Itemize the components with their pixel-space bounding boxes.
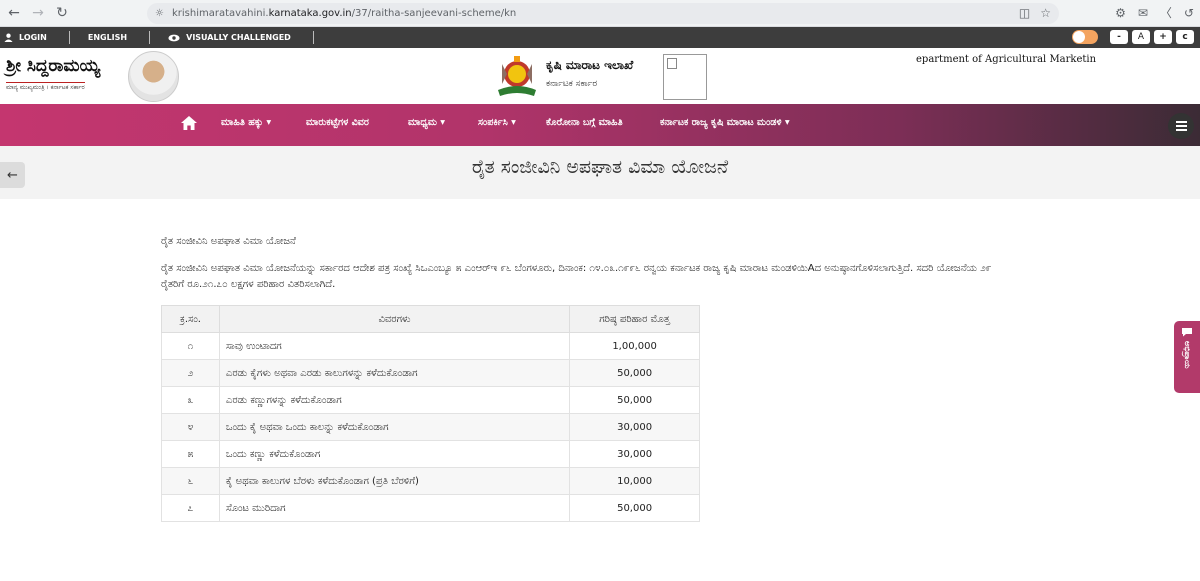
nav-item-media[interactable]: ಮಾಧ್ಯಮ ▾ [408,117,445,128]
table-row: ೬ ಕೈ ಅಥವಾ ಕಾಲುಗಳ ಬೆರಳು ಕಳೆದುಕೊಂಡಾಗ (ಪ್ರತ… [161,467,700,495]
font-increase-button[interactable]: + [1154,30,1172,44]
contrast-toggle[interactable] [1072,30,1098,44]
nav-item-rti[interactable]: ಮಾಹಿತಿ ಹಕ್ಕು ▾ [221,117,271,128]
cell-amount: 30,000 [569,440,700,468]
font-reset-button[interactable]: c [1176,30,1194,44]
hamburger-menu-button[interactable] [1168,113,1194,139]
table-row: ೧ ಸಾವು ಉಂಟಾದಗ 1,00,000 [161,332,700,360]
karnataka-emblem-icon [498,56,536,96]
login-label: LOGIN [19,33,47,42]
address-bar[interactable]: ☼ krishimaratavahini. karnataka.gov.in/37… [147,3,1059,24]
utility-bar: LOGIN ENGLISH VISUALLY CHALLENGED - A + … [0,27,1200,48]
cell-serial: ೩ [161,386,220,414]
feedback-label: ಅಭಿಪ್ರಾಯ [1183,341,1192,369]
cell-serial: ೨ [161,359,220,387]
column-header-details: ವಿವರಗಳು [218,305,571,333]
home-icon[interactable] [181,116,197,130]
chevron-down-icon: ▾ [511,117,516,128]
install-app-icon[interactable]: ◫ [1019,6,1030,20]
reload-icon[interactable]: ↻ [50,1,74,25]
nav-item-label: ಮಾಧ್ಯಮ [408,117,437,128]
english-label: ENGLISH [87,33,128,42]
cell-serial: ೪ [161,413,220,441]
cell-serial: ೧ [161,332,220,360]
bookmark-star-icon[interactable]: ☆ [1040,6,1051,20]
user-icon [4,33,13,42]
browser-toolbar: ← → ↻ ☼ krishimaratavahini. karnataka.gov… [0,0,1200,27]
cell-serial: ೬ [161,467,220,495]
url-prefix: krishimaratavahini. [171,8,269,19]
cell-details: ಕೈ ಅಥವಾ ಕಾಲುಗಳ ಬೆರಳು ಕಳೆದುಕೊಂಡಾಗ (ಪ್ರತಿ … [218,467,571,495]
site-info-icon[interactable]: ☼ [155,8,164,19]
chevron-down-icon: ▾ [440,117,445,128]
cell-serial: ೭ [161,494,220,522]
nav-item-board[interactable]: ಕರ್ನಾಟಕ ರಾಜ್ಯ ಕೃಷಿ ಮಾರಾಟ ಮಂಡಳಿ ▾ [660,117,790,128]
broken-image-icon [663,54,707,100]
bell-icon[interactable]: ✉ [1138,6,1148,20]
cell-details: ಸೊಂಟ ಮುರಿದಾಗ [218,494,571,522]
main-navigation: ಮಾಹಿತಿ ಹಕ್ಕು ▾ ಮಾರುಕಟ್ಟೆಗಳ ವಿವರ ಮಾಧ್ಯಮ ▾… [0,104,1200,146]
cm-name: ಶ್ರೀ ಸಿದ್ದರಾಮಯ್ಯ [6,56,101,76]
content-heading: ರೈತ ಸಂಜೀವಿನಿ ಅಪಘಾತ ವಿಮಾ ಯೋಜನೆ [161,236,296,247]
table-row: ೩ ಎರಡು ಕಣ್ಣುಗಳನ್ನು ಕಳೆದುಕೊಂಡಾಗ 50,000 [161,386,700,414]
visually-challenged-label: VISUALLY CHALLENGED [186,33,291,42]
chevron-down-icon: ▾ [784,117,790,128]
cm-title: ಮಾನ್ಯ ಮುಖ್ಯಮಂತ್ರಿ । ಕರ್ನಾಟಕ ಸರ್ಕಾರ [6,82,85,91]
cell-details: ಒಂದು ಕಣ್ಣು ಕಳೆದುಕೊಂಡಾಗ [218,440,571,468]
nav-item-contact[interactable]: ಸಂಪರ್ಕಿಸಿ ▾ [478,117,516,128]
table-row: ೨ ಎರಡು ಕೈಗಳು ಅಥವಾ ಎರಡು ಕಾಲುಗಳನ್ನು ಕಳೆದುಕ… [161,359,700,387]
compensation-table: ಕ್ರ.ಸಂ. ವಿವರಗಳು ಗರಿಷ್ಠ ಪರಿಹಾರ ಮೊತ್ತ ೧ ಸಾ… [161,305,700,522]
government-name-kn: ಕರ್ನಾಟಕ ಸರ್ಕಾರ [546,79,598,89]
font-size-icon[interactable]: 〈 [1160,4,1172,21]
table-row: ೫ ಒಂದು ಕಣ್ಣು ಕಳೆದುಕೊಂಡಾಗ 30,000 [161,440,700,468]
cell-amount: 50,000 [569,494,700,522]
font-decrease-button[interactable]: - [1110,30,1128,44]
nav-item-corona[interactable]: ಕೊರೋನಾ ಬಗ್ಗೆ ಮಾಹಿತಿ [546,117,623,128]
department-name-kn: ಕೃಷಿ ಮಾರಾಟ ಇಲಾಖೆ [546,58,634,72]
eye-icon [168,34,180,41]
chevron-down-icon: ▾ [266,117,272,128]
cell-details: ಎರಡು ಕೈಗಳು ಅಥವಾ ಎರಡು ಕಾಲುಗಳನ್ನು ಕಳೆದುಕೊಂ… [218,359,571,387]
cell-amount: 50,000 [569,359,700,387]
department-name-en: epartment of Agricultural Marketin [916,54,1097,65]
forward-arrow-icon[interactable]: → [26,1,50,25]
content-paragraph: ರೈತ ಸಂಜೀವಿನಿ ಅಪಘಾತ ವಿಮಾ ಯೋಜನೆಯನ್ನು ಸರ್ಕಾ… [161,263,992,290]
cell-amount: 10,000 [569,467,700,495]
nav-item-label: ಕರ್ನಾಟಕ ರಾಜ್ಯ ಕೃಷಿ ಮಾರಾಟ ಮಂಡಳಿ [660,117,782,128]
table-row: ೪ ಒಂದು ಕೈ ಅಥವಾ ಒಂದು ಕಾಲನ್ನು ಕಳೆದುಕೊಂಡಾಗ … [161,413,700,441]
sync-icon[interactable]: ↺ [1184,6,1194,20]
nav-item-label: ಮಾಹಿತಿ ಹಕ್ಕು [221,117,264,128]
cell-details: ಎರಡು ಕಣ್ಣುಗಳನ್ನು ಕಳೆದುಕೊಂಡಾಗ [218,386,571,414]
cell-amount: 50,000 [569,386,700,414]
page-title: ರೈತ ಸಂಜೀವಿನಿ ಅಪಘಾತ ವಿಮಾ ಯೋಜನೆ [471,156,729,178]
nav-item-label: ಕೊರೋನಾ ಬಗ್ಗೆ ಮಾಹಿತಿ [546,117,623,128]
url-host: karnataka.gov.in [268,8,352,19]
chat-bubble-icon [1182,328,1192,337]
cell-amount: 30,000 [569,413,700,441]
table-row: ೭ ಸೊಂಟ ಮುರಿದಾಗ 50,000 [161,494,700,522]
font-normal-button[interactable]: A [1132,30,1150,44]
table-header-row: ಕ್ರ.ಸಂ. ವಿವರಗಳು ಗರಿಷ್ಠ ಪರಿಹಾರ ಮೊತ್ತ [161,305,700,333]
nav-item-label: ಸಂಪರ್ಕಿಸಿ [478,117,508,128]
cell-details: ಒಂದು ಕೈ ಅಥವಾ ಒಂದು ಕಾಲನ್ನು ಕಳೆದುಕೊಂಡಾಗ [218,413,571,441]
cell-amount: 1,00,000 [569,332,700,360]
cell-serial: ೫ [161,440,220,468]
column-header-amount: ಗರಿಷ್ಠ ಪರಿಹಾರ ಮೊತ್ತ [569,305,700,333]
site-header: ಶ್ರೀ ಸಿದ್ದರಾಮಯ್ಯ ಮಾನ್ಯ ಮುಖ್ಯಮಂತ್ರಿ । ಕರ್… [0,48,1200,104]
back-arrow-icon[interactable]: ← [2,1,26,25]
nav-item-markets[interactable]: ಮಾರುಕಟ್ಟೆಗಳ ವಿವರ [306,117,369,128]
nav-item-label: ಮಾರುಕಟ್ಟೆಗಳ ವಿವರ [306,117,369,128]
visually-challenged-link[interactable]: VISUALLY CHALLENGED [168,31,314,44]
extension-icon[interactable]: ⚙ [1115,6,1126,20]
cm-photo [128,51,179,102]
feedback-tab[interactable]: ಅಭಿಪ್ರಾಯ [1174,321,1200,393]
url-path: /37/raitha-sanjeevani-scheme/kn [351,8,517,19]
login-link[interactable]: LOGIN [0,31,70,44]
column-header-serial: ಕ್ರ.ಸಂ. [161,305,220,333]
cell-details: ಸಾವು ಉಂಟಾದಗ [218,332,571,360]
english-link[interactable]: ENGLISH [87,31,151,44]
